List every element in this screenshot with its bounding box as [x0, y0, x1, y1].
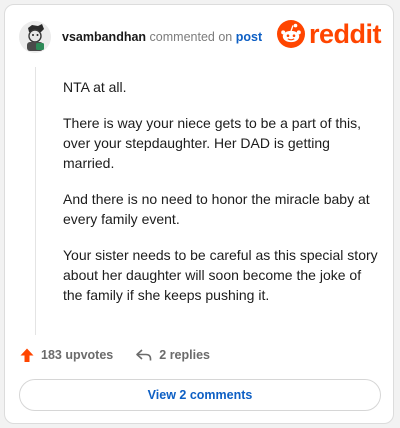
view-comments-button[interactable]: View 2 comments [19, 379, 381, 411]
username-link[interactable]: vsambandhan [62, 30, 146, 44]
action-text: commented on [149, 30, 233, 44]
comment-body: NTA at all. There is way your niece gets… [63, 77, 383, 321]
comment-paragraph: Your sister needs to be careful as this … [63, 247, 378, 303]
thread-line[interactable] [35, 67, 36, 335]
comment-actions: 183 upvotes 2 replies [19, 347, 210, 363]
reply-arrow-icon [136, 349, 152, 361]
avatar[interactable] [19, 21, 51, 53]
reddit-snoo-icon [276, 20, 305, 48]
replies-count: 2 replies [159, 348, 210, 362]
comment-header: vsambandhan commented on post [19, 19, 262, 55]
reddit-wordmark: reddit [308, 19, 382, 49]
upvote-count: 183 upvotes [41, 348, 114, 362]
post-link[interactable]: post [236, 30, 262, 44]
replies-button[interactable]: 2 replies [135, 347, 210, 363]
comment-paragraph: NTA at all. [63, 79, 127, 95]
avatar-icon [19, 21, 51, 53]
upvote-button[interactable]: 183 upvotes [19, 347, 113, 363]
comment-meta: vsambandhan commented on post [62, 30, 262, 44]
comment-paragraph: And there is no need to honor the miracl… [63, 191, 370, 227]
reddit-logo[interactable]: reddit [276, 19, 382, 49]
comment-card: vsambandhan commented on post reddit NTA… [4, 4, 394, 424]
upvote-arrow-icon [20, 348, 34, 362]
comment-paragraph: There is way your niece gets to be a par… [63, 115, 362, 171]
